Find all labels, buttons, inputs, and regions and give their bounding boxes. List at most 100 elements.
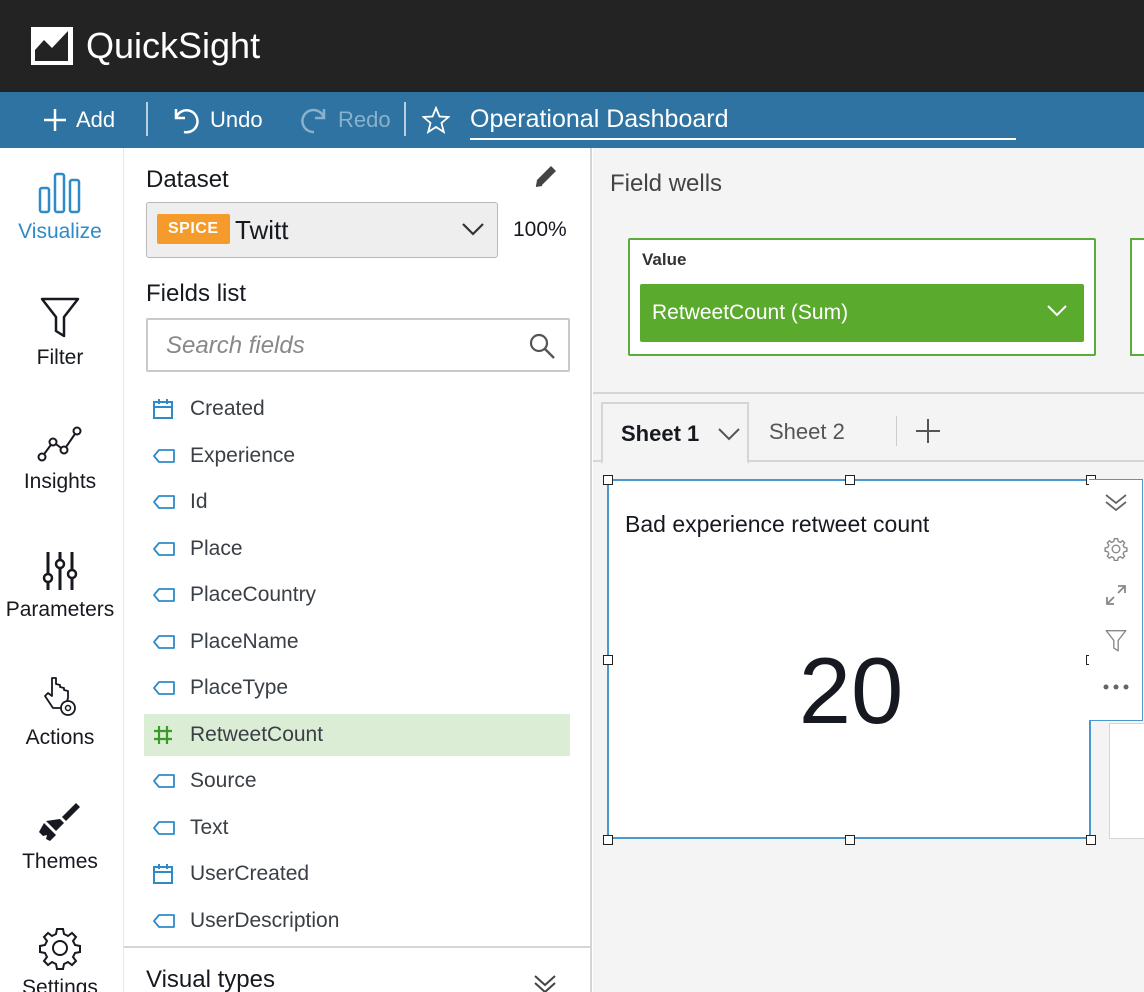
field-name: Place	[190, 536, 243, 560]
resize-handle[interactable]	[603, 655, 613, 665]
dataset-select[interactable]: SPICE Twitt	[146, 202, 498, 258]
field-item-experience[interactable]: Experience	[144, 435, 570, 477]
expand-icon	[1105, 585, 1126, 605]
tag-icon	[153, 588, 175, 602]
field-name: Text	[190, 815, 229, 839]
field-item-id[interactable]: Id	[144, 481, 570, 523]
spice-percent: 100%	[513, 218, 567, 241]
field-type-icon	[144, 913, 190, 929]
field-type-icon	[144, 863, 190, 885]
tab-sheet-1[interactable]: Sheet 1	[601, 402, 749, 464]
dashboard-title-input[interactable]: Operational Dashboard	[470, 100, 1016, 140]
field-name: Id	[190, 490, 208, 513]
field-item-userdescription[interactable]: UserDescription	[144, 900, 570, 942]
pointer-gear-icon	[44, 677, 76, 716]
edit-pencil-icon[interactable]	[532, 162, 560, 190]
filter-visual-button[interactable]	[1089, 618, 1142, 664]
sheet-tabs: Sheet 1 Sheet 2	[593, 394, 1144, 464]
field-item-text[interactable]: Text	[144, 807, 570, 849]
search-fields-input[interactable]: Search fields	[146, 318, 570, 372]
more-options-button[interactable]	[1089, 664, 1142, 710]
field-type-icon	[144, 541, 190, 557]
nav-label: Themes	[22, 850, 98, 873]
bar-chart-icon	[38, 172, 81, 214]
nav-parameters[interactable]: Parameters	[0, 550, 120, 660]
nav-themes[interactable]: Themes	[0, 800, 120, 910]
chevron-down-icon[interactable]	[717, 426, 741, 442]
calendar-icon	[153, 864, 173, 884]
analysis-area: Field wells Value RetweetCount (Sum) She…	[593, 148, 1144, 992]
redo-button[interactable]: Redo	[296, 92, 391, 148]
tab-sheet-2[interactable]: Sheet 2	[769, 402, 845, 464]
field-name: Created	[190, 397, 265, 420]
field-name: PlaceCountry	[190, 583, 317, 606]
spice-badge: SPICE	[157, 214, 230, 244]
add-sheet-icon[interactable]	[915, 418, 941, 444]
value-field-pill[interactable]: RetweetCount (Sum)	[640, 284, 1084, 342]
visual-types-title: Visual types	[146, 966, 275, 992]
nav-label: Parameters	[5, 598, 115, 621]
value-well-label: Value	[642, 250, 687, 269]
field-wells-title: Field wells	[610, 170, 723, 197]
redo-icon	[301, 108, 326, 134]
format-visual-button[interactable]	[1089, 526, 1142, 572]
resize-handle[interactable]	[845, 475, 855, 485]
field-item-placename[interactable]: PlaceName	[144, 621, 570, 663]
collapse-button[interactable]	[1089, 480, 1142, 526]
value-field-label: RetweetCount (Sum)	[652, 301, 849, 324]
nav-actions[interactable]: Actions	[0, 674, 120, 784]
second-visual[interactable]	[1109, 723, 1144, 839]
field-item-placecountry[interactable]: PlaceCountry	[144, 574, 570, 616]
nav-label: Filter	[36, 346, 84, 369]
undo-button[interactable]: Undo	[170, 92, 263, 148]
field-item-place[interactable]: Place	[144, 528, 570, 570]
visual-toolbar	[1089, 479, 1143, 721]
resize-handle[interactable]	[1086, 835, 1096, 845]
nav-insights[interactable]: Insights	[0, 424, 120, 534]
undo-icon	[174, 109, 199, 134]
undo-label: Undo	[210, 107, 263, 132]
left-nav: Visualize Filter Insights Parameters Act…	[0, 148, 124, 992]
fields-panel: Dataset SPICE Twitt 100% Fields list Sea…	[124, 148, 592, 992]
field-item-usercreated[interactable]: UserCreated	[144, 853, 570, 895]
tab-label: Sheet 1	[621, 421, 700, 446]
second-well	[1130, 238, 1144, 356]
nav-label: Settings	[22, 976, 98, 992]
chevron-down-icon	[1047, 305, 1067, 317]
chevron-down-icon	[462, 223, 484, 236]
add-button[interactable]: Add	[42, 92, 115, 148]
resize-handle[interactable]	[845, 835, 855, 845]
nav-visualize[interactable]: Visualize	[0, 170, 120, 280]
top-bar: QuickSight	[0, 0, 1144, 92]
tag-icon	[153, 774, 175, 788]
field-type-icon	[144, 634, 190, 650]
gear-icon	[39, 928, 81, 970]
field-item-retweetcount[interactable]: RetweetCount	[144, 713, 570, 756]
value-well: Value RetweetCount (Sum)	[628, 238, 1096, 356]
tag-icon	[153, 448, 175, 463]
field-item-placetype[interactable]: PlaceType	[144, 667, 570, 709]
dataset-title: Dataset	[146, 166, 229, 193]
field-type-icon	[144, 448, 190, 464]
nav-label: Visualize	[18, 220, 102, 243]
tag-icon	[153, 681, 175, 695]
sliders-icon	[42, 552, 78, 590]
field-name: RetweetCount	[190, 722, 324, 746]
gear-icon	[1103, 537, 1128, 561]
star-icon	[422, 106, 450, 134]
field-type-icon	[144, 587, 190, 603]
favorite-star-button[interactable]	[422, 92, 458, 148]
tag-icon	[153, 820, 175, 835]
field-item-created[interactable]: Created	[144, 388, 570, 430]
visual-types-bar[interactable]: Visual types	[124, 946, 590, 992]
resize-handle[interactable]	[603, 835, 613, 845]
nav-settings[interactable]: Settings	[0, 926, 120, 992]
expand-button[interactable]	[1089, 572, 1142, 618]
field-item-source[interactable]: Source	[144, 760, 570, 802]
field-name: PlaceType	[190, 676, 289, 699]
nav-filter[interactable]: Filter	[0, 296, 120, 406]
kpi-visual[interactable]: Bad experience retweet count 20	[603, 475, 1096, 845]
field-type-icon	[144, 680, 190, 696]
field-type-icon	[144, 494, 190, 510]
resize-handle[interactable]	[603, 475, 613, 485]
